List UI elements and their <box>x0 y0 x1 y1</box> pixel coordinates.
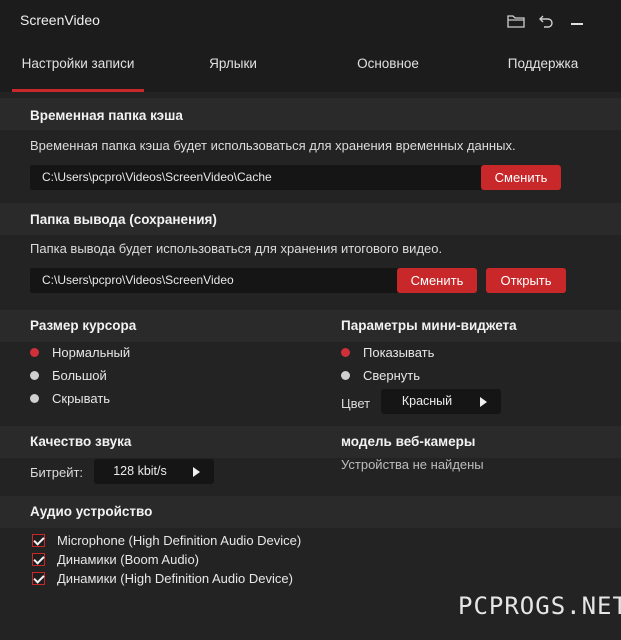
cursor-normal-radio[interactable]: Нормальный <box>30 345 130 360</box>
audio-device-heading: Аудио устройство <box>30 504 153 519</box>
checkbox-checked-icon <box>32 534 45 547</box>
sound-quality-heading: Качество звука <box>30 434 132 449</box>
cache-path-field[interactable]: C:\Users\pcpro\Videos\ScreenVideo\Cache <box>30 165 482 190</box>
undo-icon[interactable] <box>535 10 557 32</box>
minimize-icon[interactable] <box>566 10 588 32</box>
widget-color-label: Цвет <box>341 396 371 411</box>
webcam-status: Устройства не найдены <box>341 457 484 472</box>
app-title: ScreenVideo <box>20 12 100 28</box>
audio-device-checkbox[interactable]: Microphone (High Definition Audio Device… <box>32 533 301 548</box>
bitrate-label: Битрейт: <box>30 465 84 480</box>
audio-device-label: Динамики (High Definition Audio Device) <box>57 571 293 586</box>
cursor-hide-label: Скрывать <box>52 391 111 406</box>
output-path-field[interactable]: C:\Users\pcpro\Videos\ScreenVideo <box>30 268 400 293</box>
tab-support[interactable]: Поддержка <box>496 42 590 92</box>
cursor-size-heading: Размер курсора <box>30 318 137 333</box>
play-arrow-icon <box>193 467 200 477</box>
radio-indicator <box>30 371 39 380</box>
radio-indicator <box>30 394 39 403</box>
cache-description: Временная папка кэша будет использоватьс… <box>30 138 516 153</box>
audio-device-label: Динамики (Boom Audio) <box>57 552 199 567</box>
cursor-large-radio[interactable]: Большой <box>30 368 107 383</box>
bitrate-selector[interactable]: 128 kbit/s <box>94 459 214 484</box>
widget-collapse-label: Свернуть <box>363 368 421 383</box>
radio-selected-indicator <box>341 348 350 357</box>
output-heading: Папка вывода (сохранения) <box>30 212 217 227</box>
cursor-normal-label: Нормальный <box>52 345 131 360</box>
audio-device-checkbox[interactable]: Динамики (High Definition Audio Device) <box>32 571 293 586</box>
audio-device-label: Microphone (High Definition Audio Device… <box>57 533 302 548</box>
output-description: Папка вывода будет использоваться для хр… <box>30 241 443 256</box>
title-bar: ScreenVideo <box>0 0 621 42</box>
tab-bar: Настройки записи Ярлыки Основное Поддерж… <box>0 42 621 92</box>
audio-device-checkbox[interactable]: Динамики (Boom Audio) <box>32 552 199 567</box>
widget-heading: Параметры мини-виджета <box>341 318 517 333</box>
folder-icon[interactable] <box>505 10 527 32</box>
play-arrow-icon <box>480 397 487 407</box>
checkbox-checked-icon <box>32 572 45 585</box>
widget-show-radio[interactable]: Показывать <box>341 345 434 360</box>
tab-general[interactable]: Основное <box>340 42 436 92</box>
cache-change-button[interactable]: Сменить <box>481 165 561 190</box>
cursor-large-label: Большой <box>52 368 107 383</box>
widget-color-value: Красный <box>401 394 453 408</box>
tab-recording-settings[interactable]: Настройки записи <box>12 42 144 92</box>
output-open-button[interactable]: Открыть <box>486 268 566 293</box>
output-change-button[interactable]: Сменить <box>397 268 477 293</box>
widget-color-selector[interactable]: Красный <box>381 389 501 414</box>
cursor-hide-radio[interactable]: Скрывать <box>30 391 110 406</box>
checkbox-checked-icon <box>32 553 45 566</box>
widget-collapse-radio[interactable]: Свернуть <box>341 368 420 383</box>
webcam-heading: модель веб-камеры <box>341 434 476 449</box>
cache-heading: Временная папка кэша <box>30 108 183 123</box>
radio-indicator <box>341 371 350 380</box>
tab-shortcuts[interactable]: Ярлыки <box>190 42 276 92</box>
watermark: PCPROGS.NET <box>458 592 621 620</box>
widget-show-label: Показывать <box>363 345 435 360</box>
bitrate-value: 128 kbit/s <box>113 464 167 478</box>
radio-selected-indicator <box>30 348 39 357</box>
